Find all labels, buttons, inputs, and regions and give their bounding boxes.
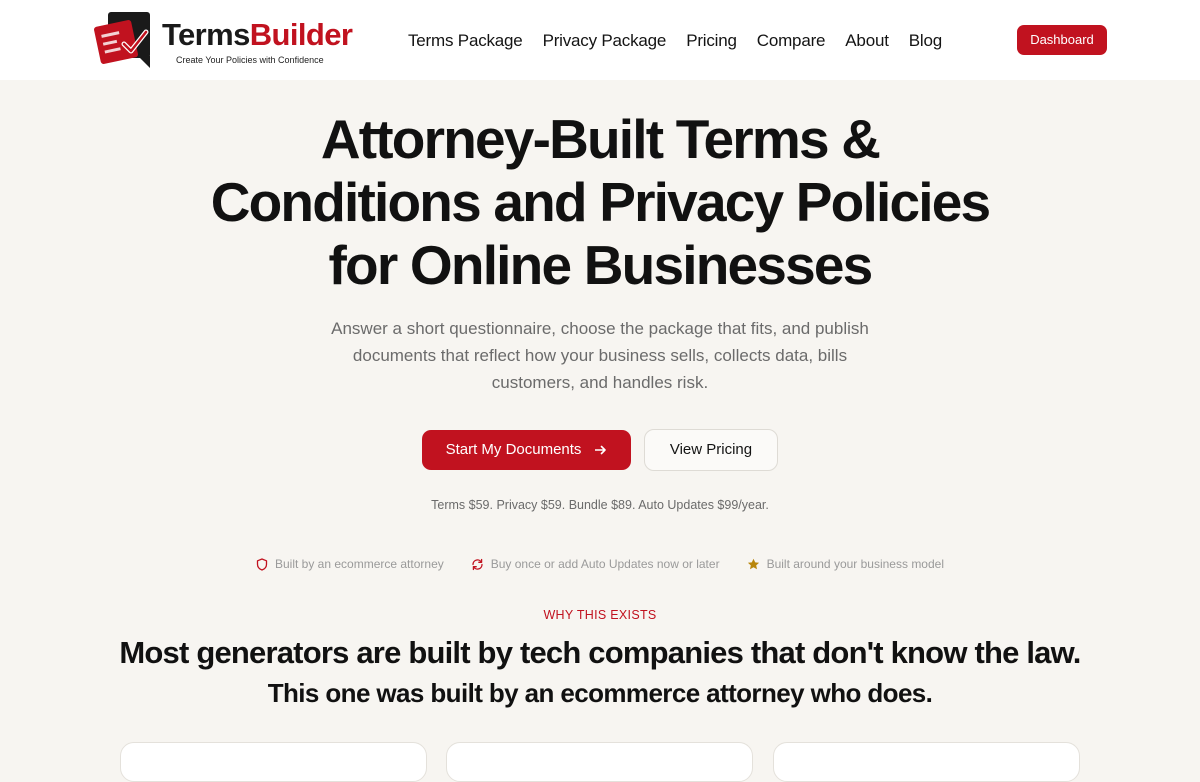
brand-tagline: Create Your Policies with Confidence — [176, 55, 324, 65]
brand-wordmark-part2: Builder — [249, 17, 353, 52]
nav-item-compare[interactable]: Compare — [757, 29, 826, 53]
feature-card — [773, 742, 1080, 782]
hero-subtitle: Answer a short questionnaire, choose the… — [331, 319, 869, 392]
brand-wordmark-part1: Terms — [162, 17, 250, 52]
shield-icon — [256, 557, 268, 571]
hero-title: Attorney-Built Terms & Conditions and Pr… — [210, 108, 991, 296]
trust-item-label: Built by an ecommerce attorney — [275, 557, 444, 571]
trust-item-label: Buy once or add Auto Updates now or late… — [490, 557, 720, 571]
brand-wordmark: TermsBuilder — [162, 17, 353, 52]
start-documents-button[interactable]: Start My Documents — [422, 430, 631, 470]
refresh-icon — [472, 558, 483, 570]
nav-item-about[interactable]: About — [845, 29, 889, 53]
main-nav: Terms Package Privacy Package Pricing Co… — [408, 29, 942, 53]
trust-item-business-model: Built around your business model — [747, 555, 944, 573]
dashboard-button[interactable]: Dashboard — [1017, 25, 1107, 55]
arrow-right-icon — [595, 445, 607, 455]
section-title: Most generators are built by tech compan… — [119, 635, 1081, 670]
nav-item-privacy-package[interactable]: Privacy Package — [543, 29, 667, 53]
nav-item-pricing[interactable]: Pricing — [686, 29, 737, 53]
star-icon — [747, 558, 759, 569]
trust-item-updates: Buy once or add Auto Updates now or late… — [471, 555, 720, 573]
trust-badges: Built by an ecommerce attorney Buy once … — [0, 555, 1200, 573]
nav-item-blog[interactable]: Blog — [909, 29, 942, 53]
site-header: TermsBuilder Create Your Policies with C… — [0, 0, 1200, 80]
view-pricing-button[interactable]: View Pricing — [644, 429, 778, 471]
feature-card — [446, 742, 753, 782]
trust-item-label: Built around your business model — [766, 557, 944, 571]
documents-checkmark-icon — [94, 12, 150, 68]
section-subtitle: This one was built by an ecommerce attor… — [267, 678, 933, 708]
nav-item-terms-package[interactable]: Terms Package — [408, 29, 523, 53]
price-summary: Terms $59. Privacy $59. Bundle $89. Auto… — [431, 498, 769, 512]
brand-logo[interactable]: TermsBuilder Create Your Policies with C… — [94, 10, 353, 70]
trust-item-attorney: Built by an ecommerce attorney — [256, 555, 444, 573]
section-eyebrow: WHY THIS EXISTS — [543, 608, 657, 622]
start-documents-label: Start My Documents — [445, 441, 582, 458]
feature-card — [120, 742, 427, 782]
